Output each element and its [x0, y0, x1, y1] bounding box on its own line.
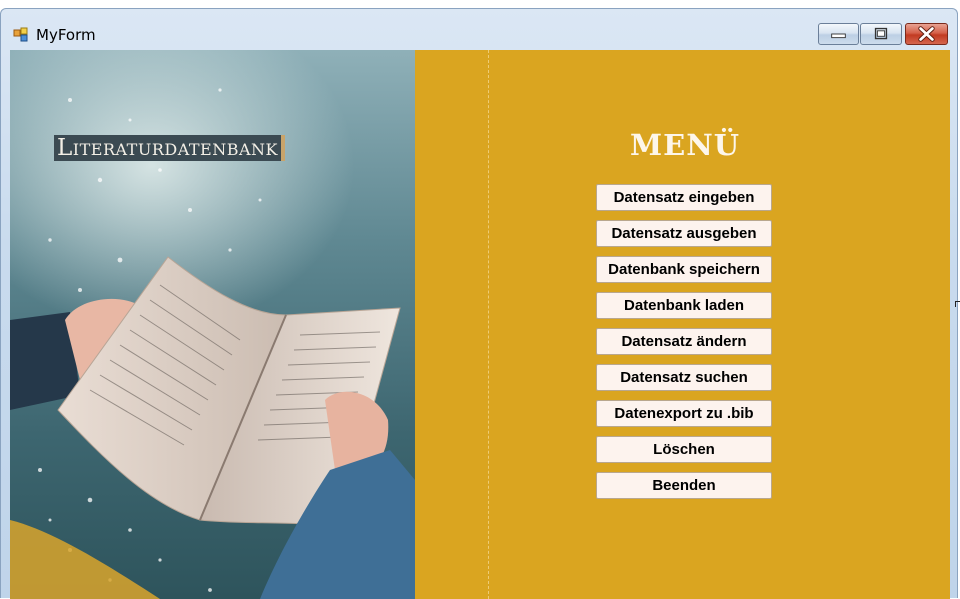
app-banner-title: Literaturdatenbank: [54, 135, 285, 161]
datensatz-ausgeben-button[interactable]: Datensatz ausgeben: [596, 220, 772, 247]
panel-divider: [488, 50, 489, 599]
datensatz-aendern-button[interactable]: Datensatz ändern: [596, 328, 772, 355]
photo-illustration: [10, 50, 415, 599]
resize-grip[interactable]: [955, 301, 960, 307]
loeschen-button[interactable]: Löschen: [596, 436, 772, 463]
form-client-area: Literaturdatenbank MENÜ Datensatz eingeb…: [10, 50, 950, 599]
maximize-icon: [874, 27, 888, 40]
app-icon: [13, 27, 28, 42]
app-window: MyForm Literaturdatenbank MENÜ Datensatz…: [0, 8, 958, 599]
minimize-button[interactable]: [818, 23, 859, 45]
title-bar[interactable]: MyForm: [1, 9, 957, 49]
close-button[interactable]: [905, 23, 948, 45]
minimize-icon: [831, 33, 846, 39]
maximize-button[interactable]: [860, 23, 902, 45]
datenbank-laden-button[interactable]: Datenbank laden: [596, 292, 772, 319]
book-reading-photo: Literaturdatenbank: [10, 50, 415, 599]
close-icon: [918, 26, 935, 42]
datenexport-bib-button[interactable]: Datenexport zu .bib: [596, 400, 772, 427]
menu-title: MENÜ: [629, 128, 740, 162]
datensatz-eingeben-button[interactable]: Datensatz eingeben: [596, 184, 772, 211]
datensatz-suchen-button[interactable]: Datensatz suchen: [596, 364, 772, 391]
window-title: MyForm: [36, 26, 96, 44]
datenbank-speichern-button[interactable]: Datenbank speichern: [596, 256, 772, 283]
beenden-button[interactable]: Beenden: [596, 472, 772, 499]
